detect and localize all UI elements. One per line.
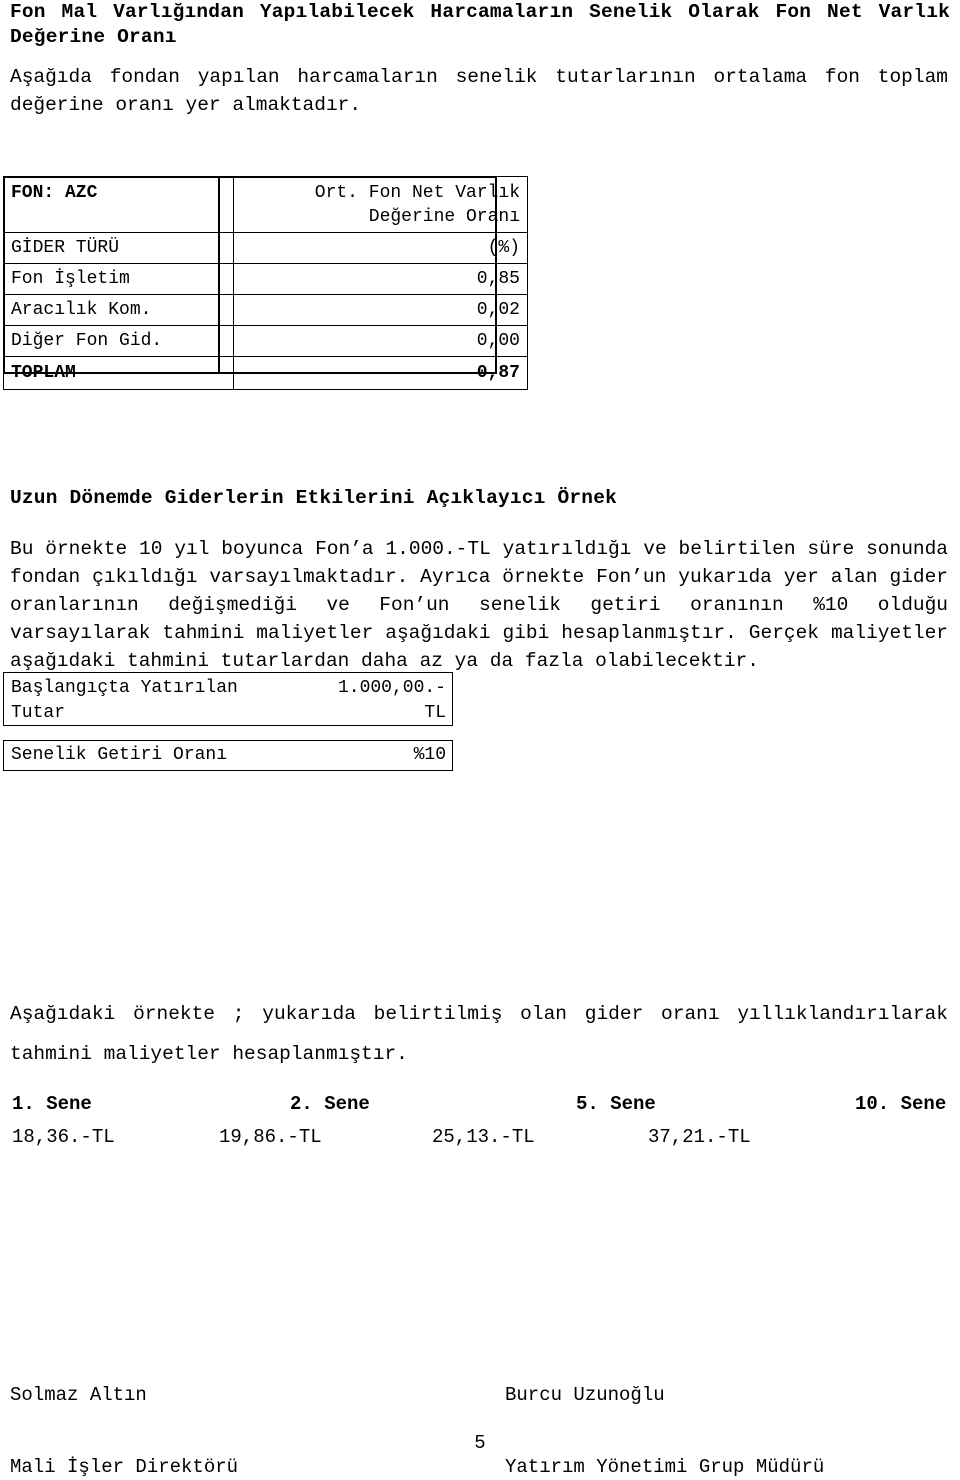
table-header-row: FON: AZC Ort. Fon Net Varlık Değerine Or… xyxy=(3,176,528,233)
initial-amount-row-1: Başlangıçta Yatırılan 1.000,00.- xyxy=(11,676,446,701)
note-line-1: Aşağıdaki örnekte ; yukarıda belirtilmiş… xyxy=(10,1003,948,1025)
year-header-10: 10. Sene xyxy=(855,1093,947,1115)
initial-amount-row-2: Tutar TL xyxy=(11,701,446,726)
year-header-row: 1. Sene 2. Sene 5. Sene 10. Sene xyxy=(0,1093,960,1121)
signature-left-title: Mali İşler Direktörü xyxy=(10,1456,239,1478)
ratio-header-line-2: Değerine Oranı xyxy=(368,207,520,227)
expense-value: 0,02 xyxy=(233,294,528,326)
section-heading: Uzun Dönemde Giderlerin Etkilerini Açıkl… xyxy=(10,487,617,509)
expense-type-header: GİDER TÜRÜ xyxy=(3,232,234,264)
page-title-line-1: Fon Mal Varlığından Yapılabilecek Harcam… xyxy=(10,1,950,23)
section-paragraph-line: aşağıdaki tahmini tutarlardan daha az ya… xyxy=(10,650,759,672)
initial-amount-label-line-1: Başlangıçta Yatırılan xyxy=(11,678,238,698)
page-title: Fon Mal Varlığından Yapılabilecek Harcam… xyxy=(10,0,950,50)
signature-left: Solmaz Altın Mali İşler Direktörü Fon Ku… xyxy=(10,1335,238,1480)
section-paragraph: Bu örnekte 10 yıl boyunca Fon’a 1.000.-T… xyxy=(10,535,948,675)
signature-left-name: Solmaz Altın xyxy=(10,1384,147,1406)
section-paragraph-line: fondan çıkıldığı varsayılmaktadır. Ayrıc… xyxy=(10,566,948,588)
document-page: Fon Mal Varlığından Yapılabilecek Harcam… xyxy=(0,0,960,1480)
table-subheader-row: GİDER TÜRÜ (%) xyxy=(3,232,528,264)
initial-amount-value-line-1: 1.000,00.- xyxy=(337,678,446,698)
initial-amount-box: Başlangıçta Yatırılan 1.000,00.- Tutar T… xyxy=(3,672,453,726)
expense-ratio-table: FON: AZC Ort. Fon Net Varlık Değerine Or… xyxy=(3,176,528,390)
table-row: Aracılık Kom. 0,02 xyxy=(3,294,528,326)
yearly-return-box: Senelik Getiri Oranı %10 xyxy=(3,740,453,771)
section-paragraph-line: oranlarının değişmediği ve Fon’un seneli… xyxy=(10,594,948,616)
initial-amount-currency: TL xyxy=(424,703,446,723)
total-label: TOPLAM xyxy=(3,356,234,390)
yearly-return-label: Senelik Getiri Oranı xyxy=(11,745,228,765)
note-paragraph: Aşağıdaki örnekte ; yukarıda belirtilmiş… xyxy=(10,994,948,1074)
ratio-header-line-1: Ort. Fon Net Varlık xyxy=(314,183,520,203)
year-value-5: 25,13.-TL xyxy=(432,1126,535,1148)
intro-line-1: Aşağıda fondan yapılan harcamaların sene… xyxy=(10,66,948,88)
signature-right-title: Yatırım Yönetimi Grup Müdürü xyxy=(505,1456,825,1478)
percent-unit-header: (%) xyxy=(233,232,528,264)
year-value-10: 37,21.-TL xyxy=(648,1126,751,1148)
expense-value: 0,00 xyxy=(233,325,528,357)
year-header-5: 5. Sene xyxy=(576,1093,656,1115)
intro-paragraph: Aşağıda fondan yapılan harcamaların sene… xyxy=(10,63,948,119)
expense-label: Diğer Fon Gid. xyxy=(3,325,234,357)
expense-label: Aracılık Kom. xyxy=(3,294,234,326)
section-paragraph-line: varsayılarak tahmini maliyetler aşağıdak… xyxy=(10,622,948,644)
yearly-return-row: Senelik Getiri Oranı %10 xyxy=(11,743,446,768)
year-value-2: 19,86.-TL xyxy=(219,1126,322,1148)
intro-line-2: değerine oranı yer almaktadır. xyxy=(10,94,362,116)
initial-amount-label-line-2: Tutar xyxy=(11,703,66,723)
signature-right: Burcu Uzunoğlu Yatırım Yönetimi Grup Müd… xyxy=(505,1335,824,1480)
ratio-header-cell: Ort. Fon Net Varlık Değerine Oranı xyxy=(233,176,528,233)
fund-code-cell: FON: AZC xyxy=(3,176,234,233)
yearly-return-value: %10 xyxy=(413,745,446,765)
table-row: Fon İşletim 0,85 xyxy=(3,263,528,295)
section-paragraph-line: Bu örnekte 10 yıl boyunca Fon’a 1.000.-T… xyxy=(10,538,948,560)
year-value-1: 18,36.-TL xyxy=(12,1126,115,1148)
year-value-row: 18,36.-TL 19,86.-TL 25,13.-TL 37,21.-TL xyxy=(0,1126,960,1154)
year-header-2: 2. Sene xyxy=(290,1093,370,1115)
page-number: 5 xyxy=(474,1432,486,1454)
note-line-2: tahmini maliyetler hesaplanmıştır. xyxy=(10,1043,408,1065)
page-title-line-2: Değerine Oranı xyxy=(10,26,177,48)
expense-label: Fon İşletim xyxy=(3,263,234,295)
year-header-1: 1. Sene xyxy=(12,1093,92,1115)
signature-right-name: Burcu Uzunoğlu xyxy=(505,1384,665,1406)
table-total-row: TOPLAM 0,87 xyxy=(3,356,528,390)
total-value: 0,87 xyxy=(233,356,528,390)
expense-value: 0,85 xyxy=(233,263,528,295)
table-row: Diğer Fon Gid. 0,00 xyxy=(3,325,528,357)
